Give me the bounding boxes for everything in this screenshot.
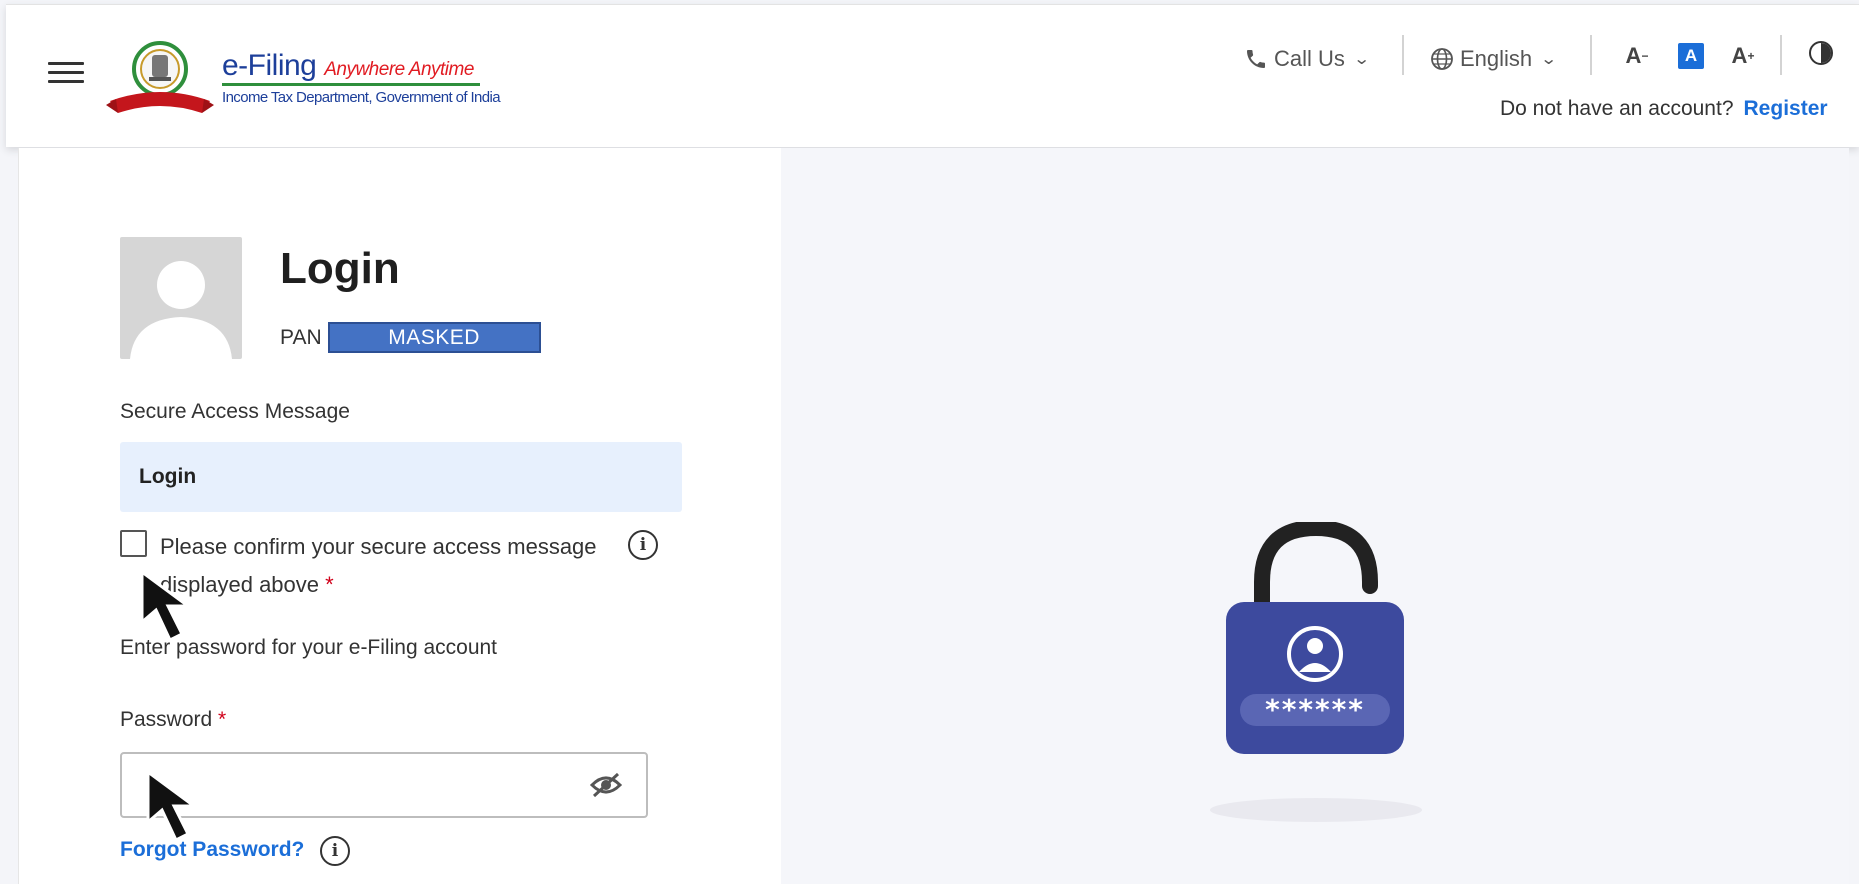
language-label: English [1460,46,1533,71]
contrast-icon[interactable] [1809,41,1833,65]
site-header: e-Filing Anywhere Anytime Income Tax Dep… [6,4,1859,147]
confirm-label[interactable]: Please confirm your secure access messag… [160,528,620,604]
brand-subtitle: Income Tax Department, Government of Ind… [222,89,501,106]
required-mark: * [218,708,227,731]
account-prompt: Do not have an account? Register [1500,97,1828,120]
lock-mask-text: ****** [1265,693,1365,726]
secure-access-label: Secure Access Message [120,400,350,423]
pan-row: PAN MASKED [280,322,541,353]
header-divider [1780,35,1782,75]
call-us-label: Call Us [1274,46,1345,71]
font-decrease-button[interactable]: A − [1622,41,1652,71]
pan-label: PAN [280,325,322,349]
required-mark: * [325,572,334,597]
chevron-down-icon: ⌄ [1352,51,1371,68]
menu-icon[interactable] [48,62,84,92]
cursor-arrow-icon [146,770,199,843]
eye-off-icon[interactable] [590,772,622,798]
brand-tagline: Anywhere Anytime [324,59,474,80]
language-selector[interactable]: English ⌄ [1430,41,1558,77]
brand-title: e-Filing Anywhere Anytime [222,49,474,82]
font-increase-button[interactable]: A + [1728,41,1758,71]
header-divider [1402,35,1404,75]
user-avatar-icon [120,237,242,359]
call-us-menu[interactable]: Call Us ⌄ [1244,41,1371,77]
emblem-logo [106,41,214,113]
globe-icon [1431,48,1453,70]
register-link[interactable]: Register [1744,97,1828,120]
font-normal-button[interactable]: A [1676,41,1706,71]
confirm-checkbox[interactable] [120,530,147,557]
efiling-logo[interactable]: e-Filing Anywhere Anytime Income Tax Dep… [106,39,501,119]
header-divider [1590,35,1592,75]
page-title: Login [280,244,400,293]
secure-access-message: Login [120,442,682,512]
chevron-down-icon: ⌄ [1540,51,1558,68]
pan-value: MASKED [327,322,541,353]
info-icon[interactable]: i [628,530,658,560]
info-icon[interactable]: i [320,836,350,866]
padlock-icon: ****** [1210,522,1422,822]
brand-underline [222,83,480,86]
password-label: Password * [120,708,227,731]
cursor-arrow-icon [140,570,193,643]
phone-icon [1247,50,1265,68]
